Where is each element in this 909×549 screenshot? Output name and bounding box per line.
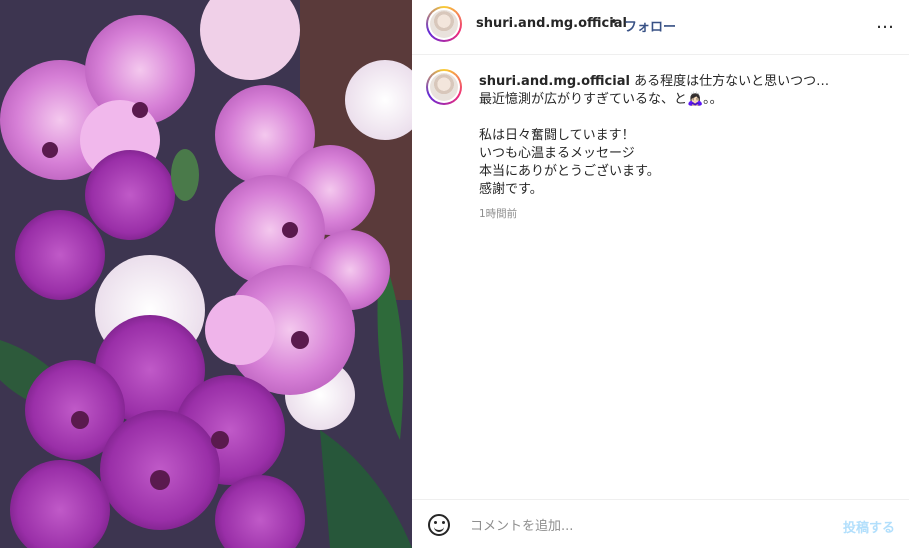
post-image	[0, 0, 412, 548]
caption-line-2: 最近憶測が広がりすぎているな、と🙇🏻‍♀️。。	[479, 92, 723, 107]
caption-line-6: 感謝です。	[479, 182, 543, 197]
post-header: shuri.and.mg.official • フォロー …	[412, 0, 909, 55]
caption-username[interactable]: shuri.and.mg.official	[479, 74, 630, 89]
username-link[interactable]: shuri.and.mg.official	[476, 16, 627, 31]
caption-line-5: 本当にありがとうございます。	[479, 164, 660, 179]
caption-line-3: 私は日々奮闘しています！	[479, 128, 635, 143]
avatar-ring	[428, 8, 460, 40]
post-sidebar: shuri.and.mg.official • フォロー … shuri.and…	[412, 0, 909, 548]
caption-text: shuri.and.mg.official ある程度は仕方ないと思いつつ… 最近…	[479, 73, 889, 199]
caption-avatar[interactable]	[426, 69, 462, 105]
orchid-photo	[0, 0, 412, 548]
post-comment-button[interactable]: 投稿する	[843, 517, 895, 536]
comment-bar: 投稿する	[412, 499, 909, 549]
emoji-icon[interactable]	[428, 514, 450, 536]
more-options-icon[interactable]: …	[876, 12, 895, 33]
caption-line-1: ある程度は仕方ないと思いつつ…	[634, 74, 830, 89]
comment-input[interactable]	[468, 514, 822, 538]
avatar-photo	[430, 73, 458, 101]
separator-dot: •	[610, 15, 618, 30]
post-timestamp[interactable]: 1時間前	[479, 206, 517, 221]
caption-gap	[479, 109, 889, 127]
caption-line: shuri.and.mg.official ある程度は仕方ないと思いつつ…	[479, 73, 889, 91]
avatar-photo	[430, 10, 458, 38]
avatar-ring	[428, 71, 460, 103]
avatar[interactable]	[426, 6, 462, 42]
caption-line-4: いつも心温まるメッセージ	[479, 146, 635, 161]
follow-button[interactable]: フォロー	[624, 16, 676, 35]
